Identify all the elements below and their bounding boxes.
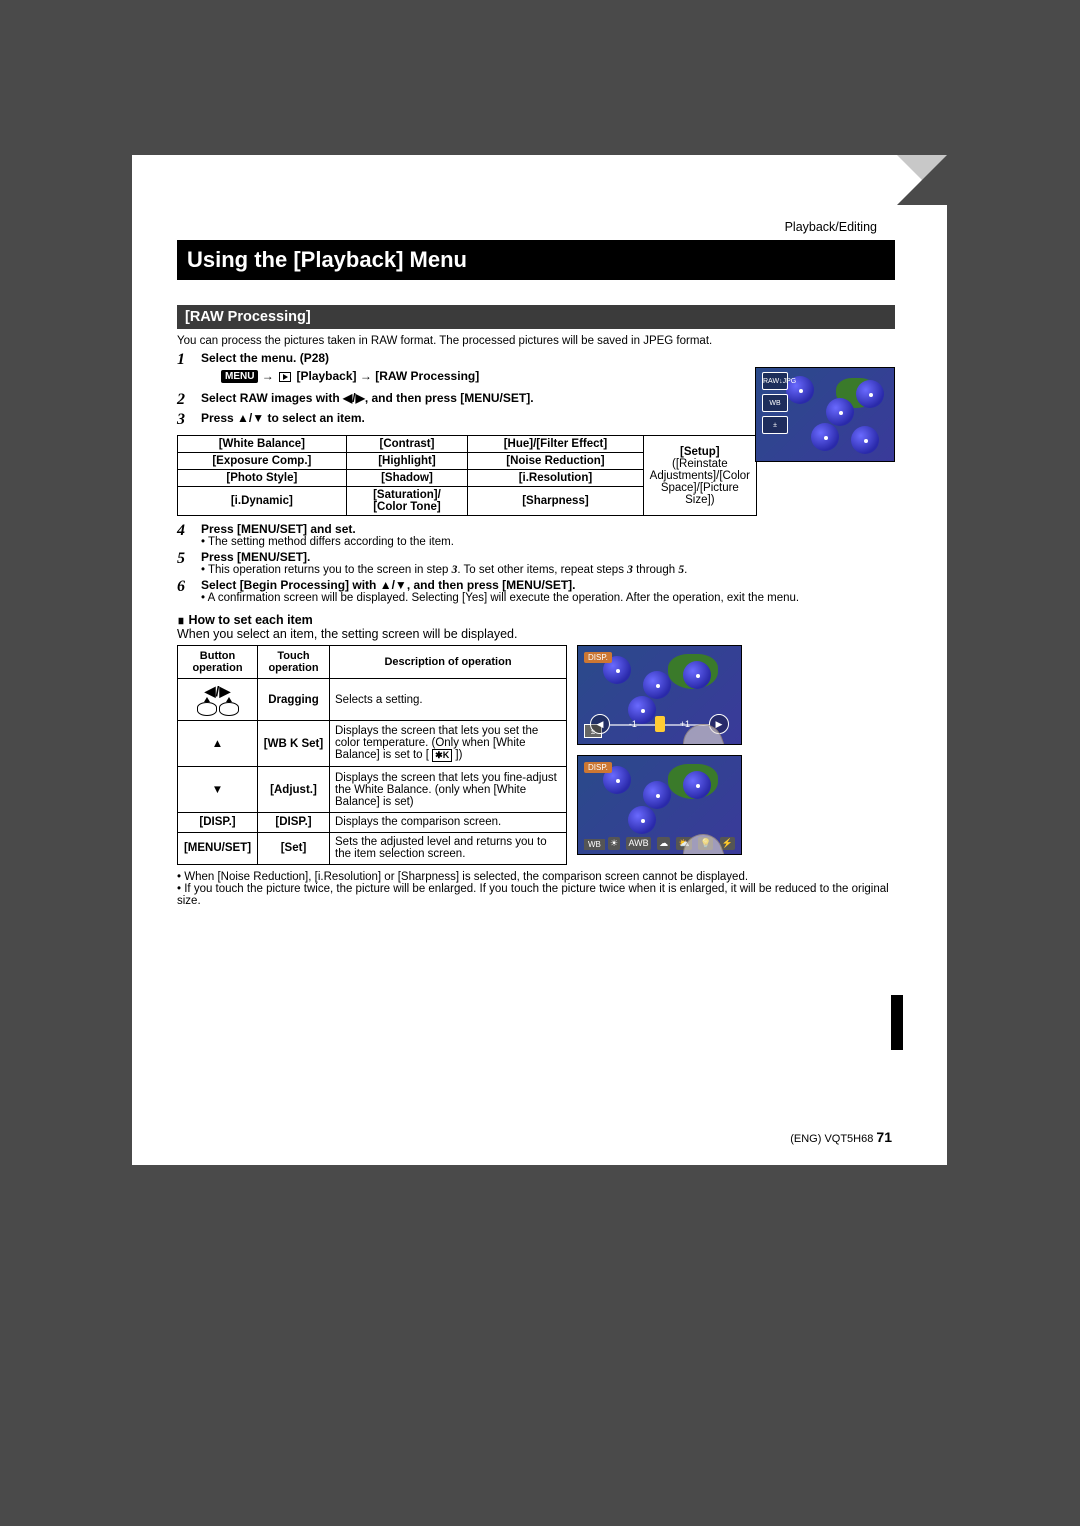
disp-chip: DISP.: [584, 652, 612, 663]
option-cell: [Hue]/[Filter Effect]: [468, 436, 643, 453]
wb-icon: WB: [762, 394, 788, 412]
op-touch: [Adjust.]: [258, 767, 330, 812]
op-touch: Dragging: [258, 678, 330, 720]
option-cell: [Photo Style]: [178, 470, 347, 487]
step-text: , and then press [MENU/SET].: [407, 578, 576, 592]
op-desc: Sets the adjusted level and returns you …: [330, 832, 567, 865]
arrow-ud-icon: ▲/▼: [380, 578, 407, 592]
playback-icon: [279, 372, 291, 382]
op-touch: [DISP.]: [258, 812, 330, 832]
step-number: 2: [177, 391, 201, 409]
note-text: If you touch the picture twice, the pict…: [177, 883, 895, 907]
option-cell: [i.Dynamic]: [178, 487, 347, 516]
option-cell: [Setup]: [650, 446, 750, 458]
dial-icon: [197, 702, 217, 716]
step-number: 4: [177, 522, 201, 548]
options-table: [White Balance] [Contrast] [Hue]/[Filter…: [177, 435, 757, 516]
step-number: 3: [177, 411, 201, 429]
option-cell: [Shadow]: [346, 470, 468, 487]
arrow-lr-icon: ◀/▶: [343, 391, 365, 405]
arrow-up-icon: ▲: [178, 721, 258, 767]
step-number: 6: [177, 578, 201, 604]
op-button: [DISP.]: [178, 812, 258, 832]
option-cell: [Noise Reduction]: [468, 453, 643, 470]
wb-awb-icon: AWB: [626, 837, 650, 850]
op-desc: Displays the comparison screen.: [330, 812, 567, 832]
op-desc: Selects a setting.: [330, 678, 567, 720]
option-cell: [Saturation]/ [Color Tone]: [346, 487, 468, 516]
step-note: A confirmation screen will be displayed.…: [201, 592, 895, 604]
operation-table: Button operation Touch operation Descrip…: [177, 645, 567, 865]
slider-left-icon: ◀: [590, 714, 610, 734]
wb-cloud-icon: ☁: [657, 837, 670, 850]
op-desc: Displays the screen that lets you fine-a…: [330, 767, 567, 812]
col-desc: Description of operation: [330, 646, 567, 679]
option-cell: [Sharpness]: [468, 487, 643, 516]
option-cell: [i.Resolution]: [468, 470, 643, 487]
step-text: Press [MENU/SET] and set.: [201, 522, 356, 536]
section-heading: [RAW Processing]: [177, 305, 895, 329]
step-text: Select RAW images with: [201, 391, 343, 405]
step-text: Press [MENU/SET].: [201, 550, 310, 564]
breadcrumb: Playback/Editing: [785, 220, 877, 234]
op-desc: Displays the screen that lets you set th…: [330, 721, 567, 767]
preview-slider-screen: DISP. ± ◀ -1 0 +1 ▶: [577, 645, 742, 745]
step-note: The setting method differs according to …: [201, 536, 895, 548]
disp-chip: DISP.: [584, 762, 612, 773]
howto-heading: How to set each item: [177, 612, 895, 627]
wb-chip: WB: [584, 839, 605, 850]
side-tab-marker: [891, 995, 903, 1050]
col-touch: Touch operation: [258, 646, 330, 679]
option-cell-sub: ([Reinstate Adjustments]/[Color Space]/[…: [650, 458, 750, 506]
page-title: Using the [Playback] Menu: [177, 240, 895, 280]
step-note: This operation returns you to the screen…: [201, 564, 895, 576]
step-text: Press: [201, 411, 237, 425]
op-touch: [WB K Set]: [258, 721, 330, 767]
section-intro: You can process the pictures taken in RA…: [177, 335, 895, 347]
step-text: Select the menu. (P28): [201, 351, 329, 365]
preview-thumbnail: RAW↓JPG WB ±: [755, 367, 895, 462]
option-cell: [Exposure Comp.]: [178, 453, 347, 470]
arrow-icon: →: [262, 369, 274, 383]
menu-chip: MENU: [221, 370, 258, 383]
op-button: [MENU/SET]: [178, 832, 258, 865]
menu-path-target: [RAW Processing]: [375, 369, 479, 383]
exposure-icon: ±: [762, 416, 788, 434]
arrow-down-icon: ▼: [178, 767, 258, 812]
note-text: When [Noise Reduction], [i.Resolution] o…: [177, 871, 895, 883]
preview-wb-screen: DISP. WB ☀ AWB ☁ ⛅ 💡 ⚡: [577, 755, 742, 855]
option-cell: [Contrast]: [346, 436, 468, 453]
dial-icon: [219, 702, 239, 716]
raw-jpg-icon: RAW↓JPG: [762, 372, 788, 390]
wb-sun-icon: ☀: [608, 837, 620, 850]
option-cell: [Highlight]: [346, 453, 468, 470]
k-icon: ✱K: [432, 749, 452, 762]
arrow-icon: →: [360, 369, 372, 383]
step-text: , and then press [MENU/SET].: [365, 391, 534, 405]
step-text: to select an item.: [264, 411, 365, 425]
slider-thumb: [655, 716, 665, 732]
step-number: 1: [177, 351, 201, 389]
col-button: Button operation: [178, 646, 258, 679]
op-touch: [Set]: [258, 832, 330, 865]
menu-path-playback: [Playback]: [296, 369, 356, 383]
step-text: Select [Begin Processing] with: [201, 578, 380, 592]
howto-intro: When you select an item, the setting scr…: [177, 627, 895, 641]
option-cell: [White Balance]: [178, 436, 347, 453]
step-number: 5: [177, 550, 201, 576]
arrow-ud-icon: ▲/▼: [237, 411, 264, 425]
page-footer: (ENG) VQT5H68 71: [790, 1129, 892, 1145]
